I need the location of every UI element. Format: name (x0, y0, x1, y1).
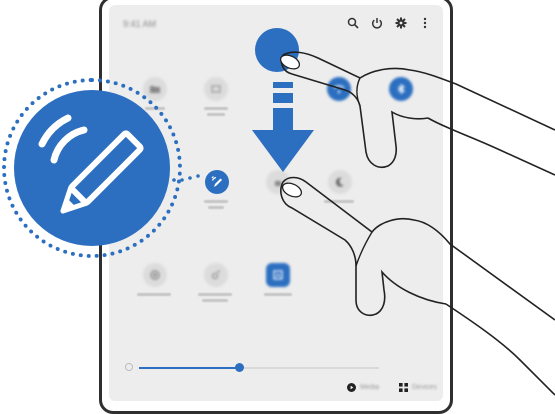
pen-wifi-icon (38, 114, 144, 214)
zoom-callout (14, 90, 170, 246)
callout-tail-icon (172, 174, 200, 182)
